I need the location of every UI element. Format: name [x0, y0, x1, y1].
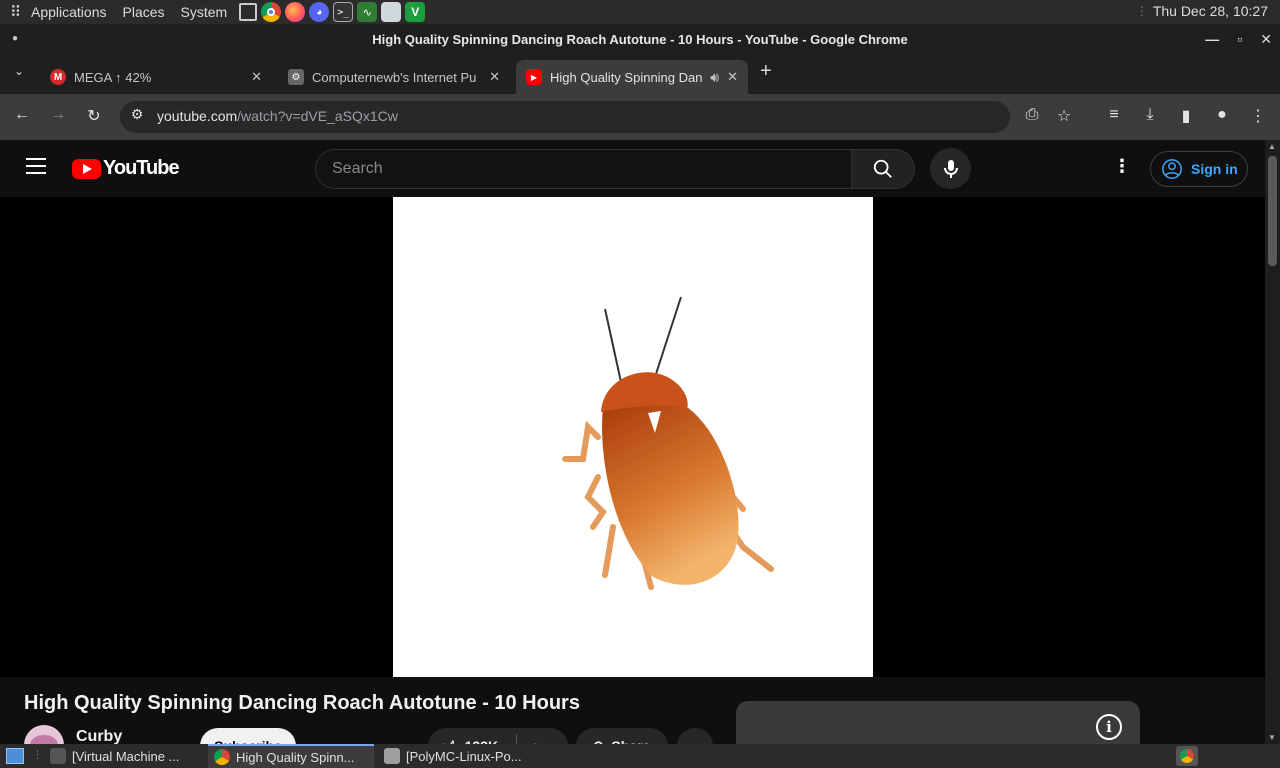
- youtube-header: YouTube ⋮ Sign in: [0, 140, 1265, 197]
- task-label: [Virtual Machine ...: [72, 748, 180, 764]
- account-icon: [1162, 159, 1182, 179]
- profile-icon[interactable]: ●: [1211, 106, 1233, 124]
- apps-grid-icon[interactable]: ⠿: [10, 3, 21, 21]
- back-icon[interactable]: ←: [11, 106, 33, 124]
- os-taskbar: ⋮ [Virtual Machine ... High Quality Spin…: [0, 744, 1280, 768]
- screenshot-icon[interactable]: [239, 3, 258, 21]
- tab-strip: ⌄ M MEGA ↑ 42% ✕ ⚙ Computernewb's Intern…: [0, 54, 1280, 94]
- scroll-down-arrow-icon[interactable]: ▼: [1268, 733, 1276, 742]
- page-scrollbar[interactable]: ▲ ▼: [1265, 140, 1280, 744]
- computernewb-favicon-icon: ⚙: [288, 69, 304, 85]
- task-chrome[interactable]: High Quality Spinn...: [208, 744, 374, 768]
- task-label: High Quality Spinn...: [236, 749, 355, 765]
- firefox-icon[interactable]: [285, 2, 306, 22]
- search-button[interactable]: [851, 149, 915, 189]
- system-monitor-icon[interactable]: ∿: [357, 2, 378, 22]
- url-text[interactable]: youtube.com/watch?v=dVE_aSQx1Cw: [157, 108, 398, 124]
- terminal-icon[interactable]: >_: [333, 2, 354, 22]
- hamburger-menu-icon[interactable]: [26, 158, 46, 174]
- window-controls: — ▫ ✕: [1205, 24, 1272, 54]
- install-app-icon[interactable]: ⎙: [1021, 106, 1043, 124]
- video-title: High Quality Spinning Dancing Roach Auto…: [24, 692, 580, 714]
- video-player[interactable]: [0, 197, 1265, 677]
- chrome-menu-icon[interactable]: ⋮: [1247, 106, 1269, 126]
- chrome-icon[interactable]: [261, 2, 282, 22]
- youtube-favicon-icon: ▶: [526, 69, 542, 85]
- scroll-up-arrow-icon[interactable]: ▲: [1268, 142, 1276, 151]
- task-polymc-folder[interactable]: [PolyMC-Linux-Po...: [378, 744, 542, 768]
- show-desktop-icon[interactable]: [6, 748, 24, 764]
- mega-favicon-icon: M: [50, 69, 66, 85]
- video-frame[interactable]: [393, 197, 873, 677]
- tab-youtube[interactable]: ▶ High Quality Spinning Dan 🔊︎ ✕: [516, 60, 748, 94]
- youtube-play-icon: [72, 158, 101, 179]
- menu-places[interactable]: Places: [123, 4, 165, 20]
- window-menu-icon[interactable]: ●: [12, 33, 18, 44]
- tab-title: High Quality Spinning Dan: [550, 69, 703, 85]
- search-icon: [873, 159, 892, 178]
- info-icon[interactable]: i: [1096, 714, 1122, 740]
- side-panel-icon[interactable]: ▮: [1175, 106, 1197, 126]
- forward-icon[interactable]: →: [47, 106, 69, 124]
- reload-icon[interactable]: ↻: [83, 106, 105, 126]
- youtube-logo[interactable]: YouTube: [72, 157, 180, 180]
- folder-icon: [384, 748, 400, 764]
- browser-toolbar: ← → ↻ ⚙ youtube.com/watch?v=dVE_aSQx1Cw …: [0, 94, 1280, 140]
- chrome-icon: [214, 749, 230, 765]
- tab-computernewb[interactable]: ⚙ Computernewb's Internet Pu ✕: [278, 60, 510, 94]
- os-menu: Applications Places System: [31, 4, 227, 20]
- vim-icon[interactable]: V: [405, 2, 426, 22]
- files-icon[interactable]: [381, 2, 402, 22]
- media-queue-icon[interactable]: ≡: [1103, 106, 1125, 124]
- tab-search-chevron-icon[interactable]: ⌄: [14, 64, 24, 78]
- vm-window-icon: [50, 748, 66, 764]
- cockroach-image: [562, 296, 774, 590]
- scrollbar-thumb[interactable]: [1268, 156, 1277, 266]
- tray-chrome-icon[interactable]: [1176, 746, 1198, 766]
- panel-separator-icon: ⋮: [1136, 4, 1148, 18]
- menu-applications[interactable]: Applications: [31, 4, 107, 20]
- tab-mega[interactable]: M MEGA ↑ 42% ✕: [40, 60, 272, 94]
- menu-system[interactable]: System: [181, 4, 228, 20]
- close-icon[interactable]: ✕: [727, 69, 738, 85]
- bookmark-star-icon[interactable]: ☆: [1053, 106, 1075, 126]
- youtube-wordmark: YouTube: [103, 157, 180, 179]
- maximize-icon[interactable]: ▫: [1237, 31, 1242, 47]
- minimize-icon[interactable]: —: [1205, 31, 1219, 47]
- speaker-icon[interactable]: 🔊︎: [710, 69, 719, 86]
- tab-title: MEGA ↑ 42%: [74, 69, 152, 85]
- search-input[interactable]: [332, 150, 832, 188]
- search-box: [315, 149, 852, 189]
- window-title: High Quality Spinning Dancing Roach Auto…: [372, 31, 908, 47]
- settings-more-icon[interactable]: ⋮: [1113, 156, 1131, 177]
- sign-in-label: Sign in: [1191, 161, 1238, 177]
- site-info-icon[interactable]: ⚙: [126, 106, 148, 123]
- clock[interactable]: Thu Dec 28, 10:27: [1153, 3, 1268, 19]
- close-icon[interactable]: ✕: [489, 69, 500, 85]
- window-titlebar: ● High Quality Spinning Dancing Roach Au…: [0, 24, 1280, 54]
- taskbar-separator-icon: ⋮: [32, 749, 43, 761]
- microphone-icon: [943, 159, 958, 178]
- task-label: [PolyMC-Linux-Po...: [406, 748, 522, 764]
- download-icon[interactable]: ⤓: [1139, 106, 1161, 124]
- launcher-bar: ◕ >_ ∿ V: [239, 2, 426, 22]
- task-virtual-machine[interactable]: [Virtual Machine ...: [44, 744, 204, 768]
- tab-title: Computernewb's Internet Pu: [312, 69, 477, 85]
- voice-search-button[interactable]: [930, 148, 971, 189]
- close-icon[interactable]: ✕: [251, 69, 262, 85]
- os-top-panel: ⠿ Applications Places System ◕ >_ ∿ V ⋮ …: [0, 0, 1280, 24]
- sign-in-button[interactable]: Sign in: [1150, 151, 1248, 187]
- close-window-icon[interactable]: ✕: [1260, 31, 1272, 48]
- new-tab-button[interactable]: +: [760, 60, 772, 83]
- discord-icon[interactable]: ◕: [309, 2, 330, 22]
